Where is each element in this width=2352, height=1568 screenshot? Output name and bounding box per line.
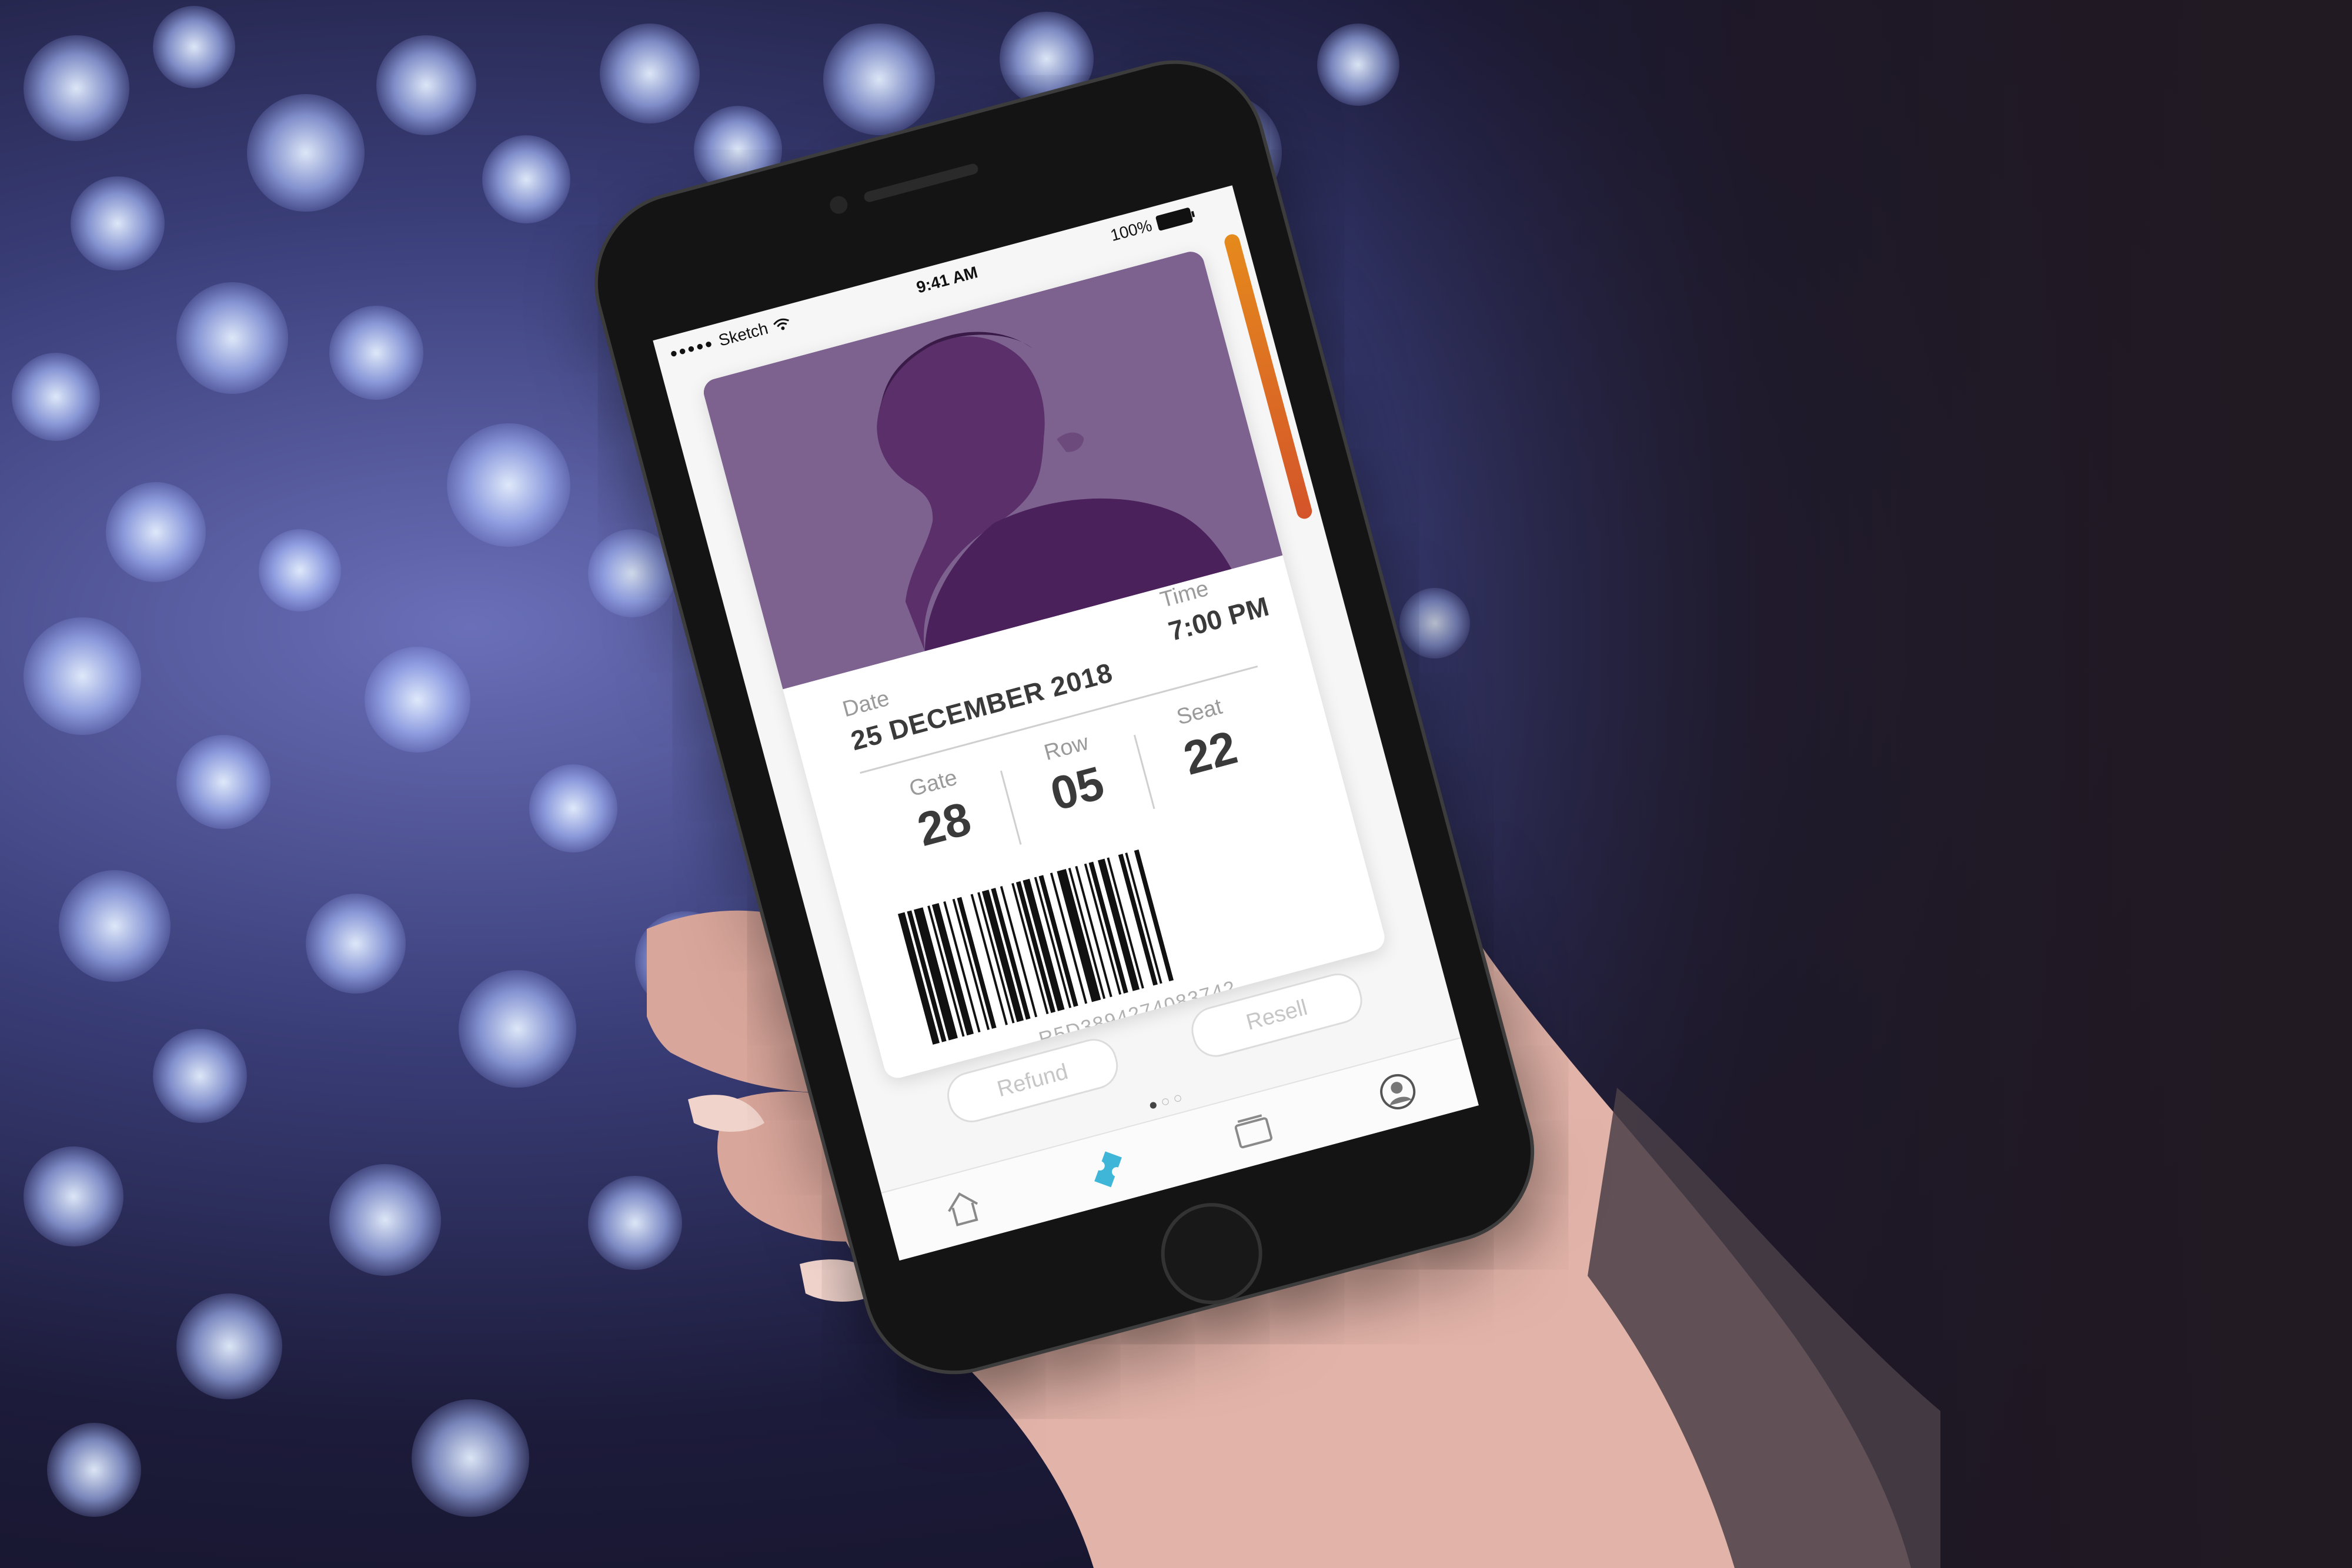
battery-icon [1155,207,1194,232]
profile-icon [1379,1074,1415,1110]
front-camera [828,194,850,216]
ticket-card[interactable]: Date 25 DECEMBER 2018 Time 7:00 PM Gate … [700,248,1388,1081]
earpiece-speaker [863,162,980,203]
ticket-icon [1094,1151,1122,1188]
wallet-icon [1234,1114,1272,1149]
home-icon [947,1192,978,1227]
gate-block: Gate 28 [864,754,1025,897]
seat-block: Seat 22 [1131,683,1291,825]
battery-percent: 100% [1108,216,1154,245]
row-block: Row 05 [997,718,1158,861]
